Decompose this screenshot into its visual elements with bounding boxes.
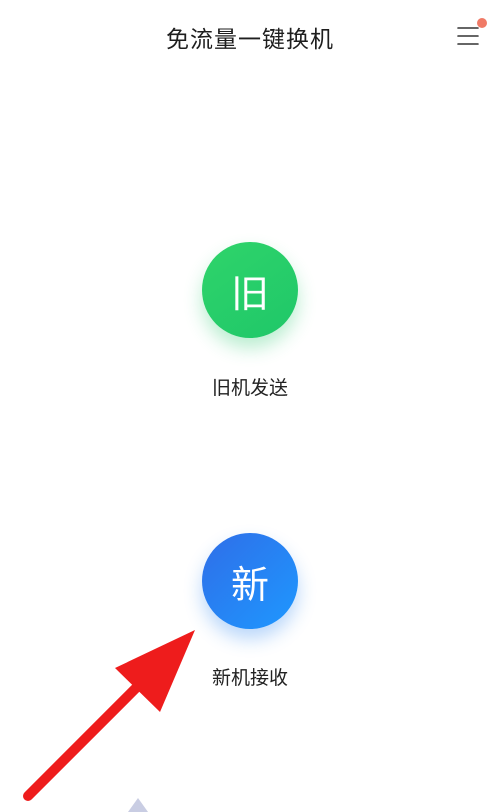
- screen: 免流量一键换机 旧 旧机发送 新 新机接收: [0, 0, 500, 812]
- notification-dot: [477, 18, 487, 28]
- menu-button[interactable]: [452, 18, 490, 52]
- red-arrow-icon: [23, 630, 195, 801]
- scroll-up-indicator-icon: [128, 798, 148, 812]
- old-phone-icon-text: 旧: [230, 271, 269, 316]
- page-title: 免流量一键换机: [166, 27, 334, 53]
- old-phone-send-icon[interactable]: 旧: [202, 242, 298, 338]
- menu-icon: [457, 18, 487, 45]
- old-phone-send-label[interactable]: 旧机发送: [0, 373, 500, 400]
